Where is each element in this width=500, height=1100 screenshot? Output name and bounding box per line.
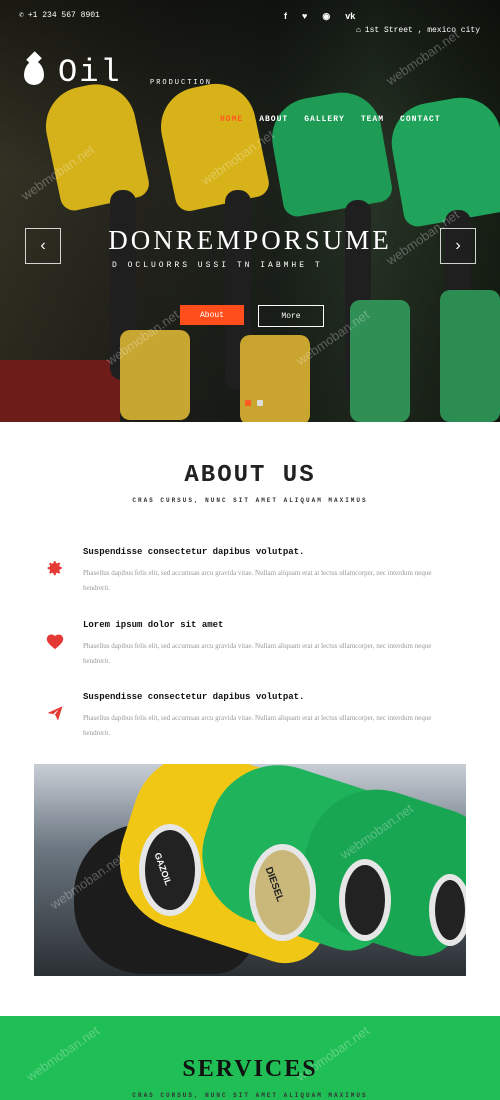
- feature-text: Phasellus dapibus felis elit, sed accums…: [83, 714, 432, 737]
- address-text: 1st Street , mexico city: [364, 26, 480, 35]
- gear-icon: [44, 557, 66, 579]
- social-links: f ♥ ◉ vk: [284, 11, 355, 22]
- main-nav: HOME ABOUT GALLERY TEAM CONTACT: [220, 115, 441, 124]
- logo-text: Oil: [58, 54, 122, 91]
- rss-icon[interactable]: ◉: [322, 11, 330, 22]
- hero-photo-nozzle: [153, 76, 272, 214]
- services-title: SERVICES: [182, 1056, 318, 1082]
- photo-nozzle-ring: [339, 859, 391, 941]
- hero-photo-nozzle: [38, 76, 152, 214]
- feature-text: Phasellus dapibus felis elit, sed accums…: [83, 642, 432, 665]
- hero-photo-sleeve: [440, 290, 500, 422]
- phone-contact[interactable]: ✆ +1 234 567 8901: [19, 10, 100, 21]
- nav-item-home[interactable]: HOME: [220, 115, 243, 124]
- about-subtitle: CRAS CURSUS, NUNC SIT AMET ALIQUAM MAXIM…: [132, 497, 368, 504]
- hero-photo-sleeve: [350, 300, 410, 422]
- hero-photo-nozzle: [265, 86, 395, 219]
- paper-plane-icon: [44, 702, 66, 724]
- site-logo[interactable]: Oil: [24, 54, 122, 91]
- hero-photo-sleeve: [240, 335, 310, 422]
- more-button[interactable]: More: [258, 305, 324, 327]
- photo-nozzle-ring: [429, 874, 466, 946]
- hero-slider: ✆ +1 234 567 8901 f ♥ ◉ vk ⌂ 1st Street …: [0, 0, 500, 422]
- facebook-icon[interactable]: f: [284, 11, 287, 22]
- feature-heading: Suspendisse consectetur dapibus volutpat…: [83, 547, 305, 557]
- heart-icon: [44, 630, 66, 652]
- watermark-text: webmoban.net: [383, 26, 462, 89]
- hero-photo-backdrop: [0, 360, 120, 422]
- nav-item-contact[interactable]: CONTACT: [400, 115, 441, 124]
- nav-item-gallery[interactable]: GALLERY: [304, 115, 345, 124]
- slider-dots: [245, 400, 263, 406]
- slide-subtitle: D OCLUORRS USSI TN IABMHE T: [112, 261, 323, 270]
- phone-icon: ✆: [19, 11, 24, 20]
- oil-drop-icon: [24, 60, 44, 85]
- hero-photo-sleeve: [120, 330, 190, 420]
- slide-title: DONREMPORSUME: [108, 225, 392, 255]
- feature-heading: Suspendisse consectetur dapibus volutpat…: [83, 692, 305, 702]
- top-bar: ✆ +1 234 567 8901 f ♥ ◉ vk ⌂ 1st Street …: [0, 0, 500, 36]
- nav-item-about[interactable]: ABOUT: [259, 115, 288, 124]
- twitter-icon[interactable]: ♥: [302, 11, 307, 22]
- hero-photo-nozzle: [385, 91, 500, 229]
- fuel-nozzles-photo: GAZOIL DIESEL webmoban.net webmoban.net: [34, 764, 466, 976]
- feature-heading: Lorem ipsum dolor sit amet: [83, 620, 224, 630]
- feature-text: Phasellus dapibus felis elit, sed accums…: [83, 569, 432, 592]
- vk-icon[interactable]: vk: [345, 11, 355, 22]
- about-button[interactable]: About: [180, 305, 244, 325]
- slider-dot[interactable]: [257, 400, 263, 406]
- about-title: ABOUT US: [184, 462, 316, 489]
- slider-dot[interactable]: [245, 400, 251, 406]
- services-subtitle: CRAS CURSUS, NUNC SIT AMET ALIQUAM MAXIM…: [132, 1092, 368, 1099]
- address: ⌂ 1st Street , mexico city: [356, 26, 480, 35]
- nav-item-team[interactable]: TEAM: [361, 115, 384, 124]
- phone-number: +1 234 567 8901: [27, 10, 100, 20]
- logo-tagline: PRODUCTION: [150, 79, 213, 87]
- home-icon: ⌂: [355, 26, 361, 35]
- photo-nozzle-ring: [139, 824, 201, 916]
